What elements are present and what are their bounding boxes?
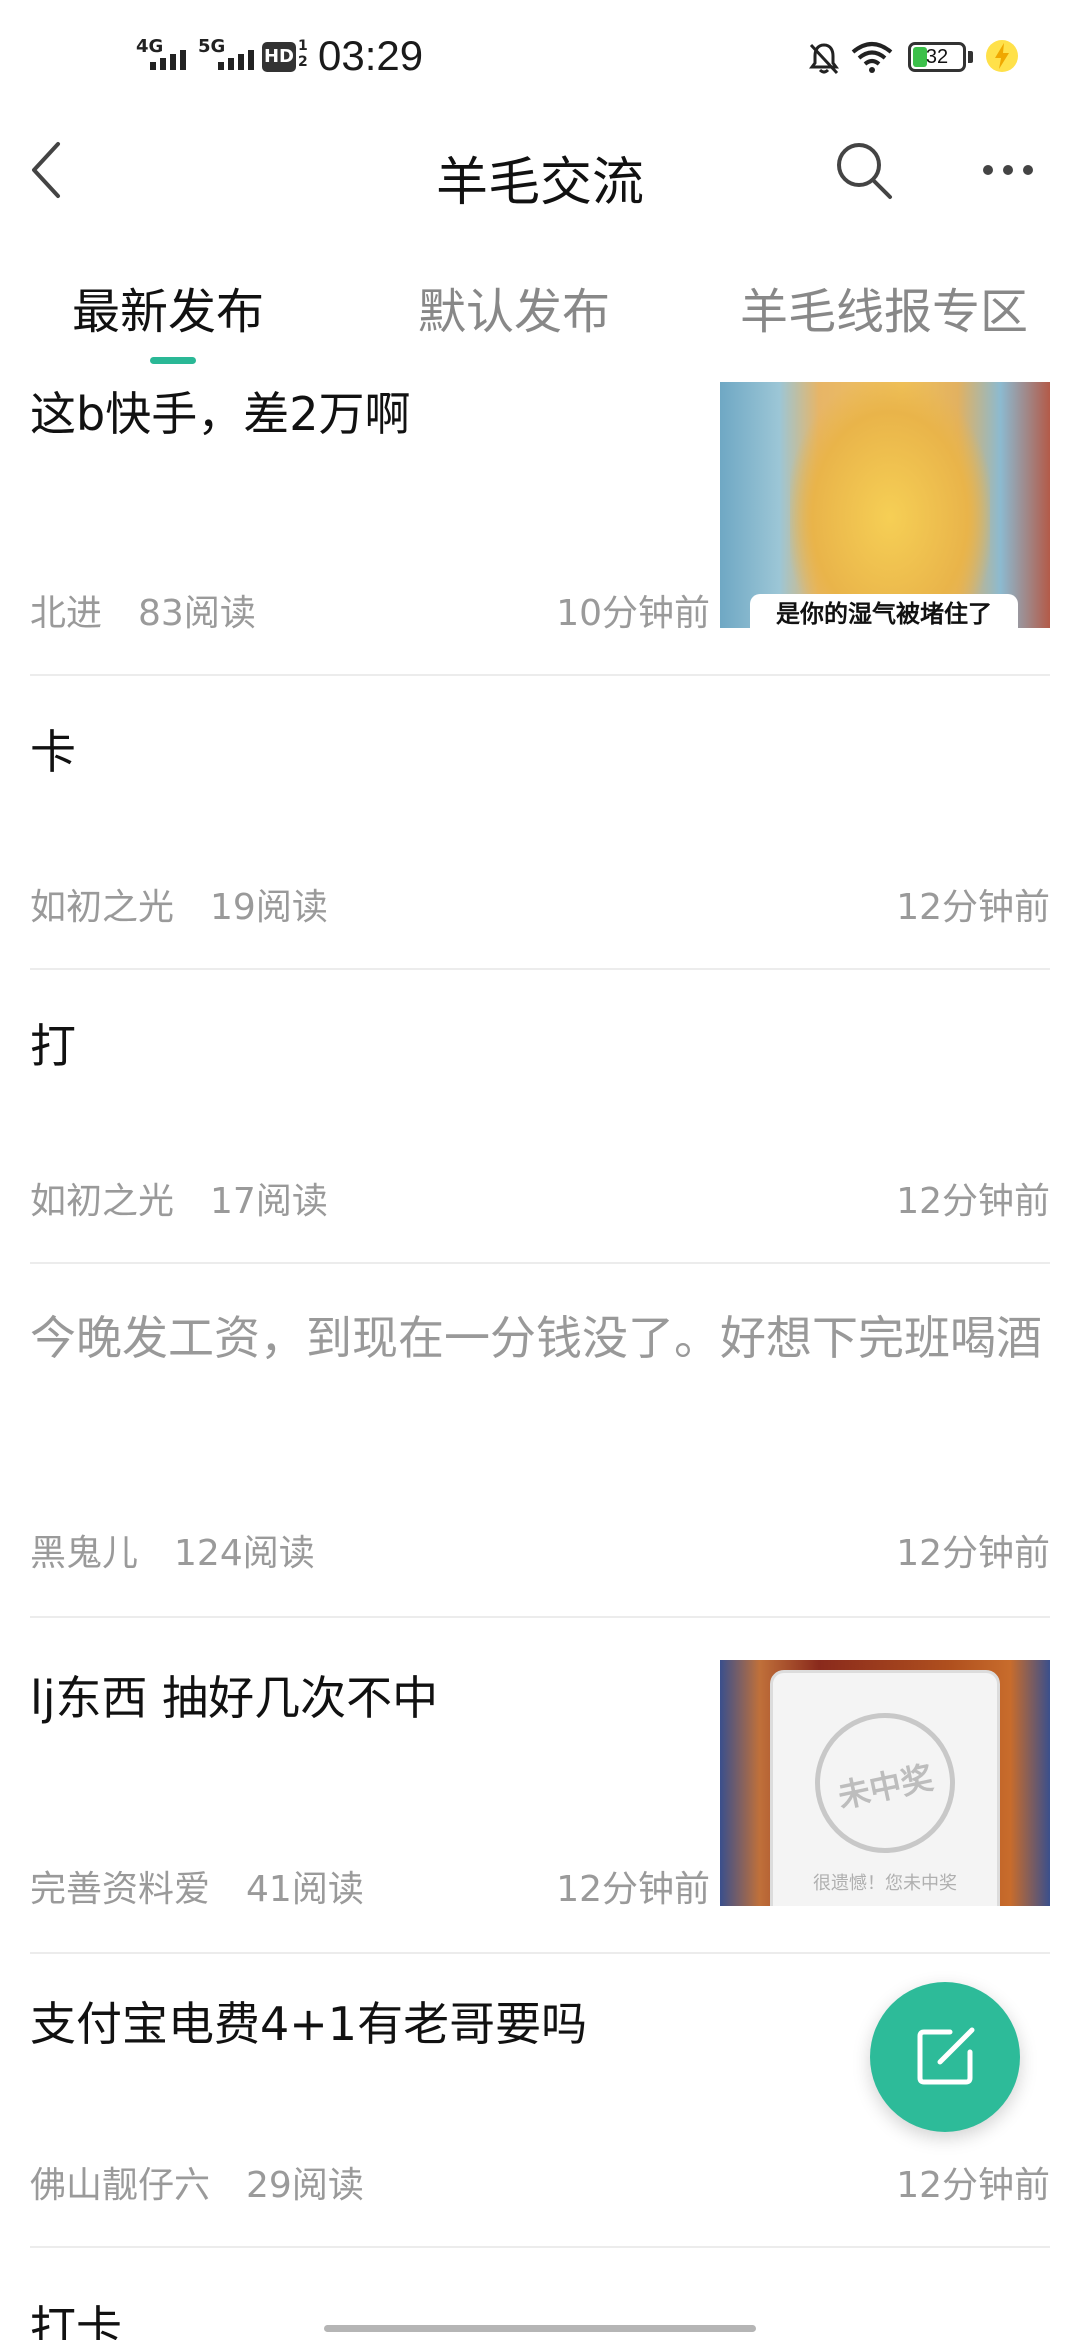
post-meta: 北进 83阅读 [30,584,256,636]
tab-deals-zone[interactable]: 羊毛线报专区 [740,272,1028,342]
post-title: 卡 [30,725,76,779]
post-meta: 完善资料爱 41阅读 [30,1860,364,1912]
post-reads: 124阅读 [174,1533,315,1574]
hd-sim-label: 1 2 [298,38,308,70]
post-title: 今晚发工资，到现在一分钱没了。好想下完班喝酒 [30,1311,1042,1365]
page-title: 羊毛交流 [435,153,644,213]
post-reads: 41阅读 [246,1869,364,1910]
more-icon[interactable] [980,162,1036,178]
battery-tip [968,51,973,63]
hd-voice-icon: HD [262,42,296,72]
post-reads: 17阅读 [210,1181,328,1222]
cell-signal-1-icon [150,50,186,70]
post-meta: 如初之光 19阅读 [30,878,328,930]
thumbnail-caption: 是你的湿气被堵住了 [750,594,1018,628]
battery-level: 32 [925,46,949,68]
search-icon[interactable] [834,140,894,200]
post-meta: 佛山靓仔六 29阅读 [30,2156,364,2208]
list-item[interactable]: 这b快手，差2万啊 北进 83阅读 10分钟前 是你的湿气被堵住了 [30,380,1050,676]
post-thumbnail[interactable]: 是你的湿气被堵住了 [720,382,1050,628]
post-meta: 如初之光 17阅读 [30,1172,328,1224]
post-time: 10分钟前 [556,593,710,634]
post-author: 北进 [30,593,103,634]
post-time: 12分钟前 [896,1533,1050,1574]
status-time: 03:29 [318,32,424,79]
post-reads: 29阅读 [246,2165,364,2206]
home-indicator[interactable] [324,2325,756,2332]
compose-button[interactable] [870,1982,1020,2132]
tab-default[interactable]: 默认发布 [418,272,610,342]
post-author: 如初之光 [30,887,175,928]
list-item[interactable]: lj东西 抽好几次不中 完善资料爱 41阅读 12分钟前 未中奖 很遗憾！您未中奖 [30,1616,1050,1954]
charging-icon [986,40,1018,72]
post-author: 佛山靓仔六 [30,2165,211,2206]
post-reads: 83阅读 [138,593,256,634]
post-title: 打 [30,1019,76,1073]
compose-icon [917,2027,975,2085]
no-prize-stamp: 未中奖 [834,1758,937,1816]
active-tab-indicator [150,357,196,364]
thumbnail-caption: 很遗憾！您未中奖 [813,1873,957,1894]
post-time: 12分钟前 [896,887,1050,928]
list-item[interactable]: 卡 如初之光 19阅读 12分钟前 [30,674,1050,970]
post-time: 12分钟前 [896,1181,1050,1222]
post-author: 完善资料爱 [30,1869,211,1910]
post-title: 这b快手，差2万啊 [30,387,411,441]
post-title: 支付宝电费4+1有老哥要吗 [30,1997,588,2051]
list-item[interactable]: 打 如初之光 17阅读 12分钟前 [30,968,1050,1264]
mute-bell-icon [809,43,839,75]
post-time: 12分钟前 [556,1869,710,1910]
tab-latest[interactable]: 最新发布 [72,272,264,342]
post-thumbnail[interactable]: 未中奖 很遗憾！您未中奖 [720,1660,1050,1906]
cell-signal-2-icon [218,50,254,70]
post-author: 如初之光 [30,1181,175,1222]
status-bar: 4G 5G HD 1 2 03:29 32 [0,0,1080,110]
post-reads: 19阅读 [210,887,328,928]
post-time: 12分钟前 [896,2165,1050,2206]
post-title: lj东西 抽好几次不中 [30,1671,439,1725]
list-item[interactable]: 今晚发工资，到现在一分钱没了。好想下完班喝酒 黑鬼儿 124阅读 12分钟前 [30,1262,1050,1618]
post-title: 打卡 [30,2301,122,2340]
battery-icon: 32 [908,42,966,72]
post-author: 黑鬼儿 [30,1533,139,1574]
wifi-icon [851,42,893,73]
post-meta: 黑鬼儿 124阅读 [30,1524,315,1576]
